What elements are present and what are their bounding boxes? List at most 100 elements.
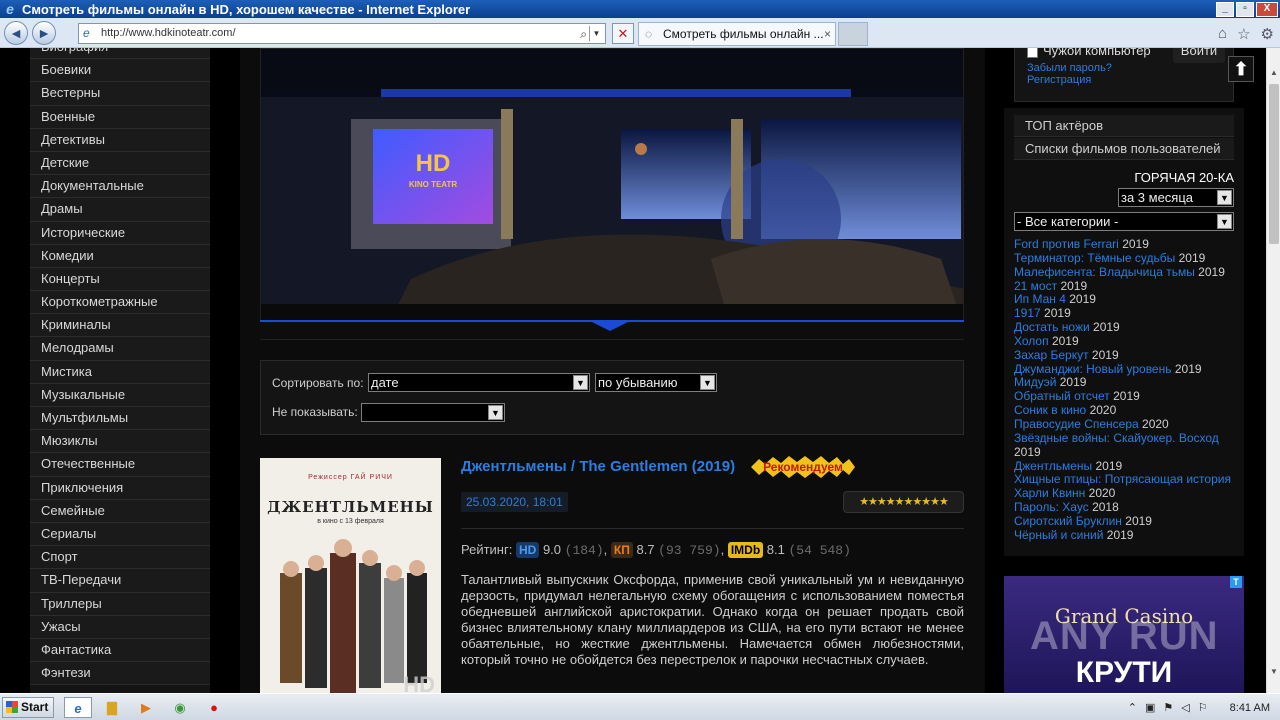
genre-item[interactable]: Фантастика xyxy=(30,638,210,663)
hot20-item-link[interactable]: Захар Беркут xyxy=(1014,348,1089,362)
genre-item[interactable]: Документальные xyxy=(30,175,210,199)
genre-item[interactable]: Ужасы xyxy=(30,615,210,639)
taskbar-alert-icon[interactable]: ● xyxy=(200,697,228,718)
login-button[interactable]: Войти xyxy=(1173,48,1225,63)
taskbar-chrome-icon[interactable]: ◉ xyxy=(166,697,194,718)
scroll-up-arrow-icon[interactable]: ▲ xyxy=(1267,66,1280,80)
tray-expand-icon[interactable]: ⌃ xyxy=(1128,701,1137,714)
browser-tab[interactable]: ◌ Смотреть фильмы онлайн ... × xyxy=(638,22,836,46)
favorites-star-icon[interactable]: ☆ xyxy=(1237,25,1250,43)
home-icon[interactable]: ⌂ xyxy=(1218,25,1227,43)
hot20-item-link[interactable]: 1917 xyxy=(1014,306,1041,320)
scroll-thumb[interactable] xyxy=(1269,84,1279,244)
genre-item[interactable]: Военные xyxy=(30,105,210,129)
minimize-button[interactable]: _ xyxy=(1216,1,1234,17)
hot20-category-select[interactable]: - Все категории - ▼ xyxy=(1014,212,1234,231)
genre-item[interactable]: Мелодрамы xyxy=(30,337,210,361)
hot20-item-link[interactable]: Достать ножи xyxy=(1014,320,1090,334)
hot20-item-link[interactable]: Пароль: Хаус xyxy=(1014,500,1089,514)
top-actors-link[interactable]: ТОП актёров xyxy=(1014,115,1234,137)
hot20-item-link[interactable]: Джуманджи: Новый уровень xyxy=(1014,362,1172,376)
settings-gear-icon[interactable]: ⚙ xyxy=(1261,25,1274,43)
hot20-item-link[interactable]: Чёрный и синий xyxy=(1014,528,1103,542)
register-link[interactable]: Регистрация xyxy=(1027,74,1091,86)
address-bar[interactable]: e http://www.hdkinoteatr.com/ ⌕ ▼ xyxy=(78,23,606,44)
genre-item[interactable]: Триллеры xyxy=(30,592,210,616)
genre-item[interactable]: Вестерны xyxy=(30,82,210,106)
home-theater-banner[interactable]: HD KINO TEATR xyxy=(260,48,964,338)
genre-item[interactable]: Драмы xyxy=(30,198,210,222)
foreign-pc-checkbox[interactable] xyxy=(1027,48,1038,58)
user-lists-link[interactable]: Списки фильмов пользователей xyxy=(1014,138,1234,160)
taskbar-ie-icon[interactable]: e xyxy=(64,697,92,718)
genre-item[interactable]: ТВ-Передачи xyxy=(30,569,210,593)
scroll-down-arrow-icon[interactable]: ▼ xyxy=(1267,665,1280,679)
sort-order-select[interactable]: по убыванию ▼ xyxy=(595,373,717,392)
hot20-item-link[interactable]: Хищные птицы: Потрясающая история xyxy=(1014,472,1231,486)
address-dropdown-icon[interactable]: ▼ xyxy=(589,26,603,41)
start-button[interactable]: Start xyxy=(2,697,54,718)
genre-item[interactable]: Фэнтези xyxy=(30,662,210,686)
sort-field-select[interactable]: дате ▼ xyxy=(368,373,590,392)
genre-item[interactable]: Мистика xyxy=(30,360,210,384)
movie-title-link[interactable]: Джентльмены / The Gentlemen (2019) xyxy=(461,458,735,475)
hot20-item-link[interactable]: Звёздные войны: Скайуокер. Восход xyxy=(1014,431,1219,445)
genre-item[interactable]: Спорт xyxy=(30,546,210,570)
tray-action-icon[interactable]: ⚐ xyxy=(1198,701,1208,714)
genre-item[interactable]: Концерты xyxy=(30,267,210,292)
search-icon[interactable]: ⌕ xyxy=(580,25,587,44)
genre-item[interactable]: Детективы xyxy=(30,128,210,152)
genre-item[interactable]: Мюзиклы xyxy=(30,430,210,454)
tray-clock[interactable]: 8:41 AM xyxy=(1230,702,1270,714)
forward-button[interactable]: ► xyxy=(32,21,56,45)
genre-item[interactable]: Детские xyxy=(30,151,210,176)
stop-button[interactable]: ✕ xyxy=(612,23,634,44)
hot20-item-link[interactable]: Ип Ман 4 xyxy=(1014,292,1066,306)
genre-item[interactable]: Приключения xyxy=(30,476,210,500)
tab-close-button[interactable]: × xyxy=(824,23,831,45)
banner-arrow-icon[interactable] xyxy=(592,322,628,331)
chevron-down-icon: ▼ xyxy=(700,375,715,390)
maximize-button[interactable]: ▫ xyxy=(1236,1,1254,17)
tray-flag-icon[interactable]: ⚑ xyxy=(1163,701,1173,714)
genre-item[interactable]: Сериалы xyxy=(30,522,210,547)
page-scrollbar[interactable]: ▲ ▼ xyxy=(1266,48,1280,693)
hot20-item-link[interactable]: Ford против Ferrari xyxy=(1014,237,1119,251)
star-rating[interactable]: ★★★★★★★★★★ xyxy=(843,491,964,513)
genre-item[interactable]: Музыкальные xyxy=(30,383,210,407)
hot20-item-link[interactable]: Терминатор: Тёмные судьбы xyxy=(1014,251,1175,265)
genre-item[interactable]: Исторические xyxy=(30,221,210,245)
hot20-period-select[interactable]: за 3 месяца ▼ xyxy=(1118,188,1234,207)
genre-item[interactable]: Короткометражные xyxy=(30,291,210,315)
hot20-item-link[interactable]: Мидуэй xyxy=(1014,375,1056,390)
genre-item[interactable]: Мультфильмы xyxy=(30,407,210,431)
close-window-button[interactable]: X xyxy=(1256,1,1278,17)
forgot-password-link[interactable]: Забыли пароль? xyxy=(1027,62,1112,74)
tray-network-icon[interactable]: ▣ xyxy=(1145,701,1155,714)
genre-item[interactable]: Криминалы xyxy=(30,314,210,338)
hot20-item-link[interactable]: Харли Квинн xyxy=(1014,486,1085,500)
genre-item[interactable]: Биография xyxy=(30,48,210,60)
genre-item[interactable]: Семейные xyxy=(30,499,210,523)
hot20-item-link[interactable]: 21 мост xyxy=(1014,279,1057,293)
ie-logo-icon: e xyxy=(6,1,14,17)
hot20-item-link[interactable]: Обратный отсчет xyxy=(1014,389,1110,403)
genre-item[interactable]: Комедии xyxy=(30,244,210,268)
hot20-item-link[interactable]: Соник в кино xyxy=(1014,403,1086,417)
hot20-item-link[interactable]: Сиротский Бруклин xyxy=(1014,514,1122,528)
new-tab-button[interactable] xyxy=(838,22,868,46)
back-button[interactable]: ◄ xyxy=(4,21,28,45)
hot20-item-link[interactable]: Холоп xyxy=(1014,334,1049,348)
hot20-item-link[interactable]: Джентльмены xyxy=(1014,459,1092,473)
genre-item[interactable]: Боевики xyxy=(30,59,210,83)
hot20-item-link[interactable]: Правосудие Спенсера xyxy=(1014,417,1139,431)
ad-tag[interactable]: T xyxy=(1230,576,1242,588)
movie-poster[interactable]: Режиссер ГАЙ РИЧИ ДЖЕНТЛЬМЕНЫ в кино с 1… xyxy=(260,458,441,693)
scroll-top-button[interactable]: ⬆ xyxy=(1228,56,1254,82)
genre-item[interactable]: Отечественные xyxy=(30,453,210,477)
hot20-item-link[interactable]: Малефисента: Владычица тьмы xyxy=(1014,265,1195,279)
hide-select[interactable]: ▼ xyxy=(361,403,505,422)
taskbar-explorer-icon[interactable]: ▇ xyxy=(98,697,126,718)
taskbar-media-icon[interactable]: ▶ xyxy=(132,697,160,718)
tray-volume-icon[interactable]: ◁ xyxy=(1181,701,1189,714)
